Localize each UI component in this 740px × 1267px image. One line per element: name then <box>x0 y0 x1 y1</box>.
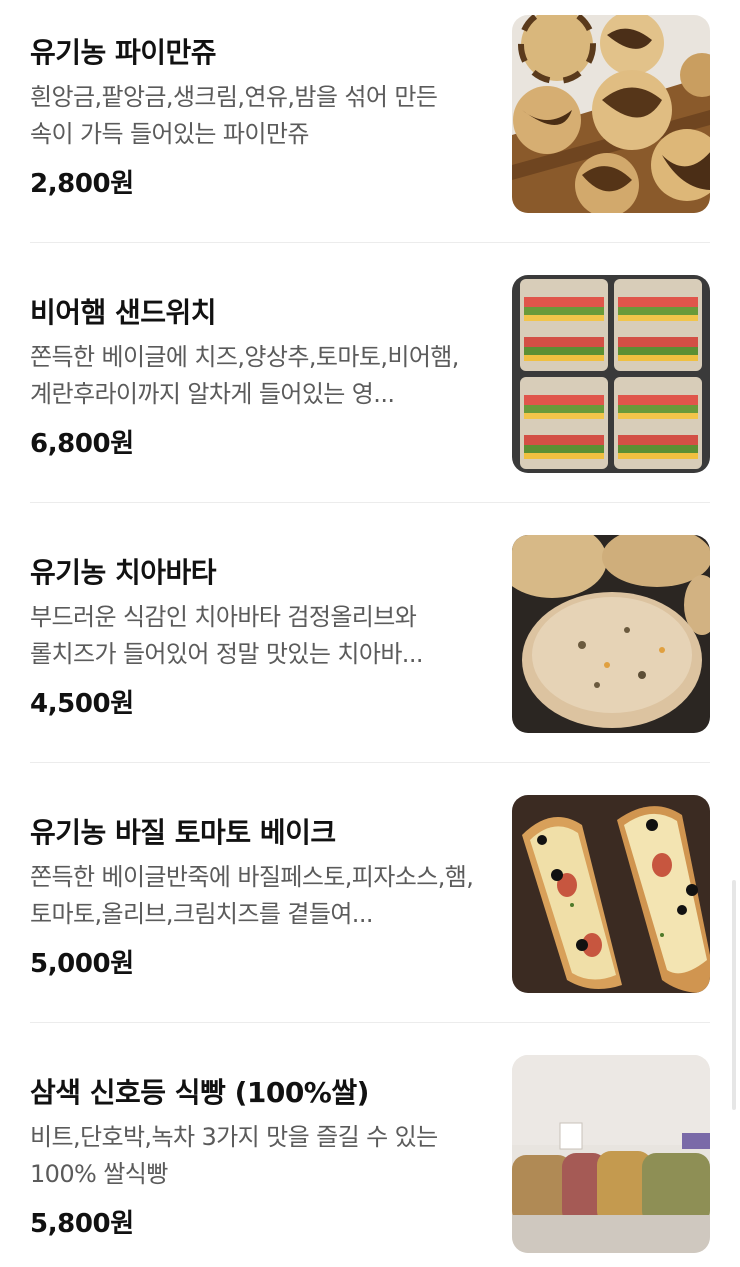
menu-item-name: 유기농 바질 토마토 베이크 <box>30 816 336 849</box>
menu-item-price: 2,800원 <box>30 169 134 199</box>
menu-item-price: 4,500원 <box>30 689 134 719</box>
tricolor-bread-image <box>512 1055 710 1253</box>
basil-tomato-bake-image <box>512 795 710 993</box>
divider <box>30 242 710 243</box>
menu-item-beer-ham-sandwich[interactable]: 비어햄 샌드위치 쫀득한 베이글에 치즈,양상추,토마토,비어햄,계란후라이까지… <box>30 275 710 473</box>
divider <box>30 1022 710 1023</box>
menu-item-tricolor-bread[interactable]: 삼색 신호등 식빵 (100%쌀) 비트,단호박,녹차 3가지 맛을 즐길 수 … <box>30 1055 710 1253</box>
scrollbar[interactable] <box>732 880 736 1110</box>
menu-item-price: 5,800원 <box>30 1209 134 1239</box>
basil-tomato-bake-photo[interactable] <box>512 795 710 993</box>
menu-item-pie-manju[interactable]: 유기농 파이만쥬 흰앙금,팥앙금,생크림,연유,밤을 섞어 만든 속이 가득 들… <box>30 15 710 213</box>
menu-item-description: 쫀득한 베이글에 치즈,양상추,토마토,비어햄,계란후라이까지 알차게 들어있는… <box>30 343 459 408</box>
menu-item-price: 6,800원 <box>30 429 134 459</box>
ciabatta-photo[interactable] <box>512 535 710 733</box>
sandwich-image <box>512 275 710 473</box>
menu-list: 유기농 파이만쥬 흰앙금,팥앙금,생크림,연유,밤을 섞어 만든 속이 가득 들… <box>0 0 740 1267</box>
menu-item-name: 유기농 파이만쥬 <box>30 36 217 69</box>
menu-item-description: 쫀득한 베이글반죽에 바질페스토,피자소스,햄,토마토,올리브,크림치즈를 곁들… <box>30 863 474 928</box>
menu-item-ciabatta[interactable]: 유기농 치아바타 부드러운 식감인 치아바타 검정올리브와 롤치즈가 들어있어 … <box>30 535 710 733</box>
ciabatta-image <box>512 535 710 733</box>
pie-manju-photo[interactable] <box>512 15 710 213</box>
menu-item-name: 유기농 치아바타 <box>30 556 217 589</box>
menu-item-description: 비트,단호박,녹차 3가지 맛을 즐길 수 있는 100% 쌀식빵 <box>30 1123 438 1188</box>
menu-item-price: 5,000원 <box>30 949 134 979</box>
divider <box>30 502 710 503</box>
tricolor-bread-photo[interactable] <box>512 1055 710 1253</box>
menu-item-description: 부드러운 식감인 치아바타 검정올리브와 롤치즈가 들어있어 정말 맛있는 치아… <box>30 603 423 668</box>
divider <box>30 762 710 763</box>
menu-item-name: 비어햄 샌드위치 <box>30 296 217 329</box>
sandwich-photo[interactable] <box>512 275 710 473</box>
menu-item-description: 흰앙금,팥앙금,생크림,연유,밤을 섞어 만든 속이 가득 들어있는 파이만쥬 <box>30 83 438 148</box>
menu-item-basil-tomato-bake[interactable]: 유기농 바질 토마토 베이크 쫀득한 베이글반죽에 바질페스토,피자소스,햄,토… <box>30 795 710 993</box>
pie-manju-image <box>512 15 710 213</box>
menu-item-name: 삼색 신호등 식빵 (100%쌀) <box>30 1076 369 1109</box>
